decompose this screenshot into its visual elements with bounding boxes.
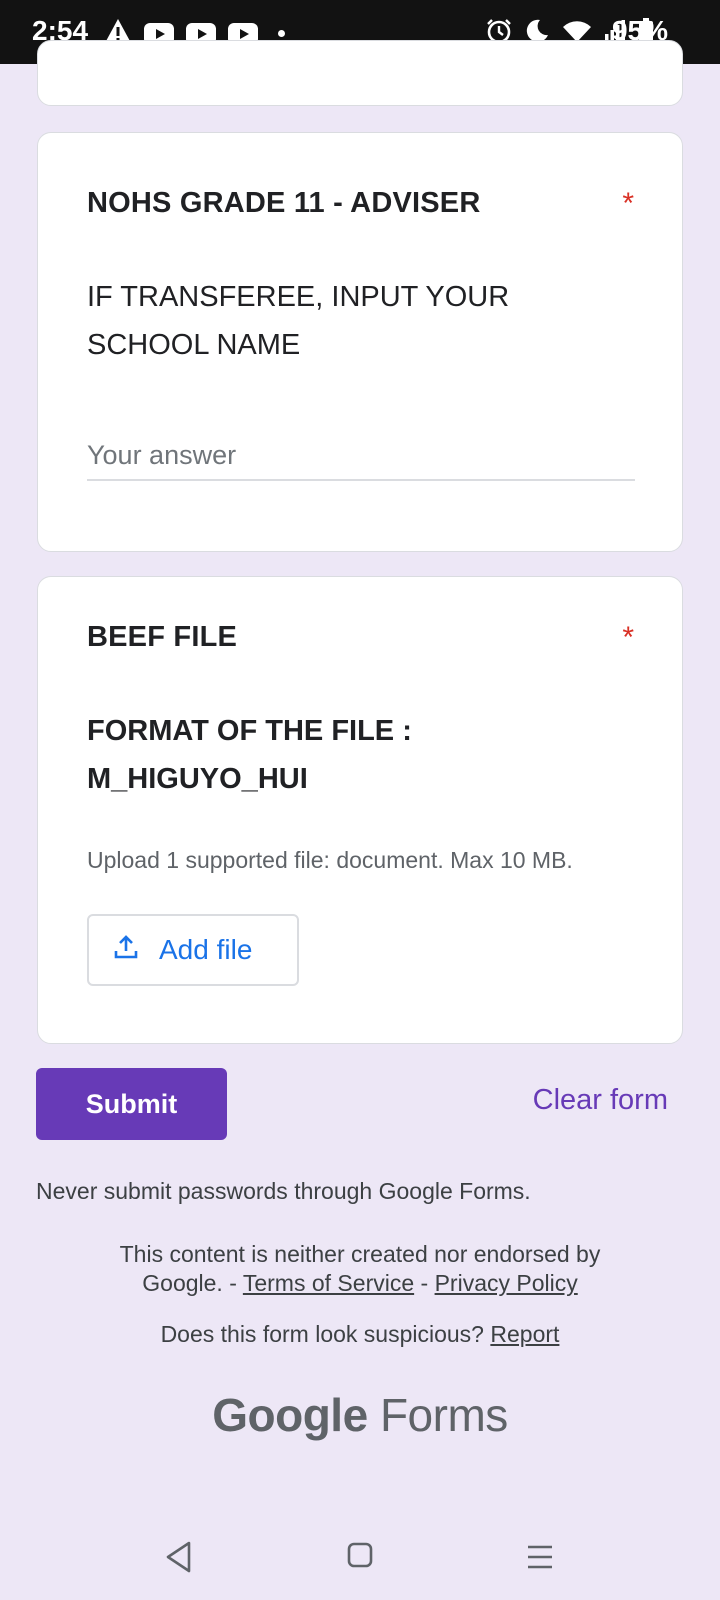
menu-icon[interactable] — [526, 1544, 554, 1575]
question-title: BEEF FILE — [87, 621, 238, 653]
google-forms-logo: Google Forms — [0, 1388, 720, 1442]
question-card-file-upload: BEEF FILE * FORMAT OF THE FILE : M_HIGUY… — [37, 576, 683, 1044]
question-title: NOHS GRADE 11 - ADVISER — [87, 187, 481, 219]
disclaimer-google: Google. - — [142, 1270, 237, 1296]
navigation-bar — [0, 1520, 720, 1600]
privacy-policy-link[interactable]: Privacy Policy — [435, 1270, 578, 1296]
answer-input[interactable] — [87, 431, 635, 481]
question-description: FORMAT OF THE FILE : M_HIGUYO_HUI — [87, 715, 412, 795]
add-file-button[interactable]: Add file — [87, 914, 299, 986]
home-icon[interactable] — [347, 1542, 373, 1575]
terms-of-service-link[interactable]: Terms of Service — [243, 1270, 414, 1296]
required-asterisk: * — [622, 187, 634, 220]
upload-icon — [113, 934, 139, 967]
disclaimer-separator: - — [420, 1270, 429, 1296]
upload-hint: Upload 1 supported file: document. Max 1… — [87, 847, 573, 873]
previous-question-card — [37, 40, 683, 106]
logo-google: Google — [212, 1389, 368, 1441]
suspicious-line: Does this form look suspicious? Report — [0, 1320, 720, 1349]
disclaimer-line2: Google. - Terms of Service - Privacy Pol… — [0, 1269, 720, 1298]
add-file-label: Add file — [159, 934, 253, 965]
suspicious-text: Does this form look suspicious? — [160, 1321, 484, 1347]
disclaimer: This content is neither created nor endo… — [0, 1240, 720, 1298]
back-icon[interactable] — [164, 1540, 194, 1579]
disclaimer-line1: This content is neither created nor endo… — [119, 1241, 601, 1267]
report-link[interactable]: Report — [490, 1321, 559, 1347]
password-warning: Never submit passwords through Google Fo… — [36, 1178, 531, 1204]
logo-forms: Forms — [379, 1389, 508, 1441]
required-asterisk: * — [622, 621, 634, 654]
question-description: IF TRANSFEREE, INPUT YOUR SCHOOL NAME — [87, 281, 510, 361]
clear-form-button[interactable]: Clear form — [533, 1084, 668, 1117]
question-card-adviser: NOHS GRADE 11 - ADVISER * IF TRANSFEREE,… — [37, 132, 683, 552]
submit-button[interactable]: Submit — [36, 1068, 227, 1140]
dot-icon — [278, 30, 285, 37]
